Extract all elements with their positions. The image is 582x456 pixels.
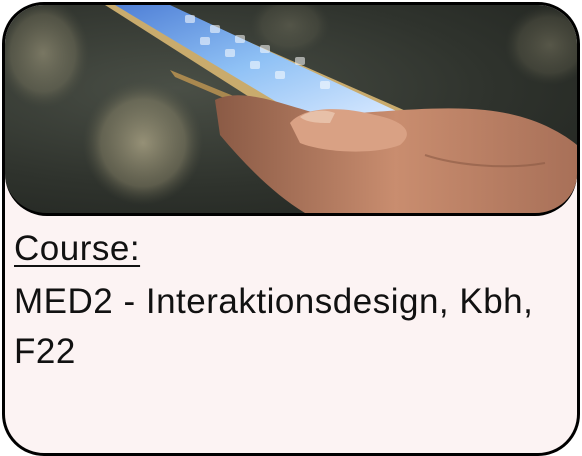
course-image — [5, 5, 577, 216]
course-info: Course: MED2 - Interaktionsdesign, Kbh, … — [14, 227, 567, 377]
course-label: Course: — [14, 229, 141, 268]
course-card[interactable]: Course: MED2 - Interaktionsdesign, Kbh, … — [2, 2, 580, 456]
hand-holding-smartphone-icon — [5, 5, 577, 213]
course-name[interactable]: MED2 - Interaktionsdesign, Kbh, F22 — [14, 277, 567, 377]
